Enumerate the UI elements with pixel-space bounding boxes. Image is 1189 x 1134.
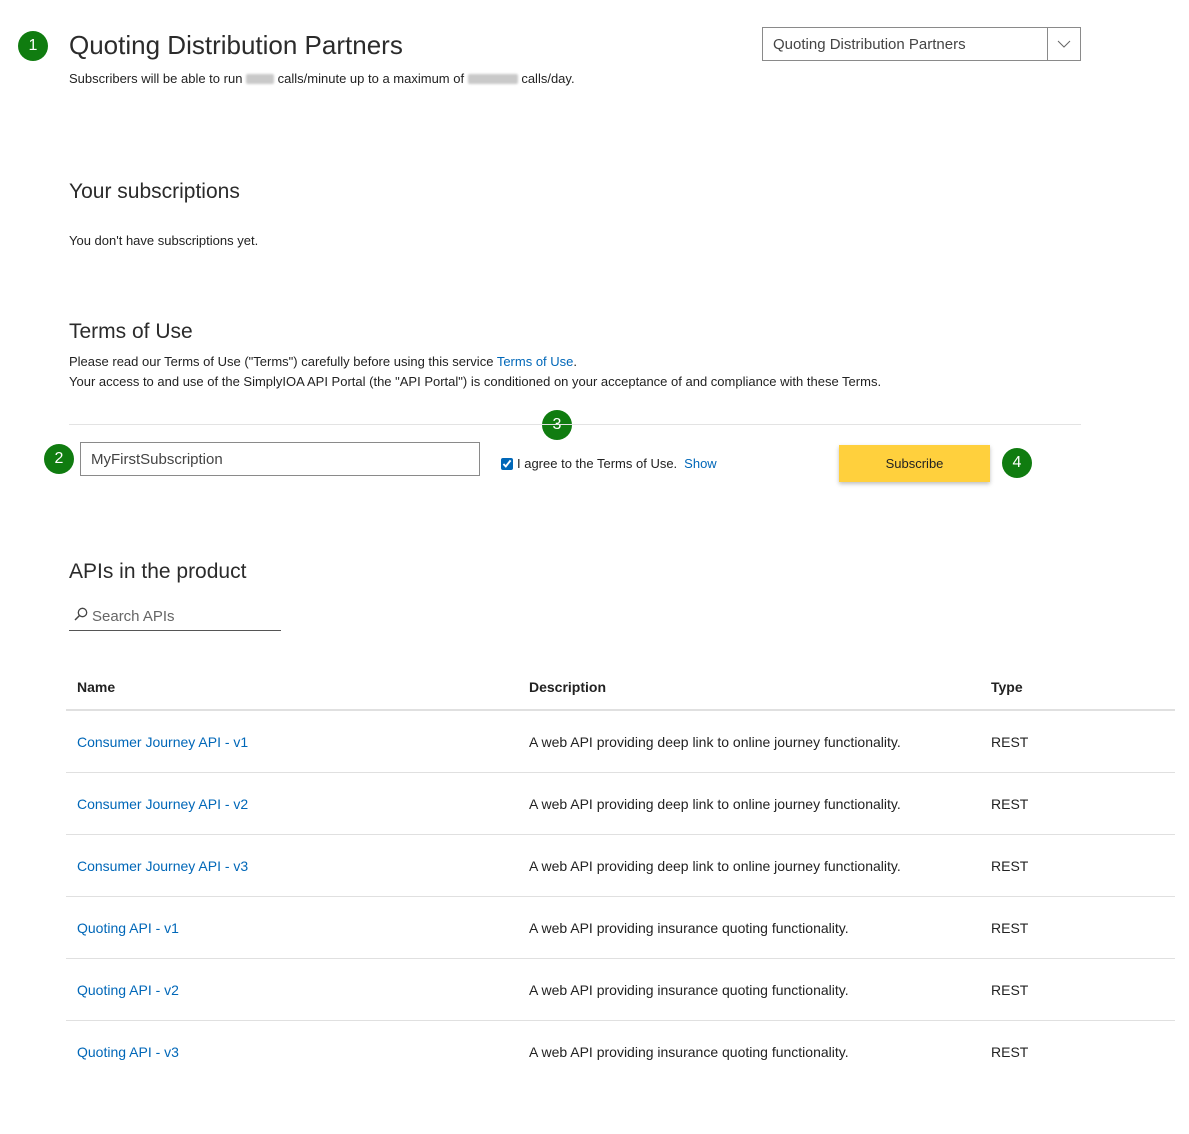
api-type: REST (991, 1044, 1029, 1060)
api-type: REST (991, 733, 1029, 750)
api-type: REST (991, 919, 1029, 936)
api-search[interactable] (69, 603, 281, 631)
api-name-link[interactable]: Consumer Journey API - v3 (77, 858, 248, 874)
redacted-calls-per-day (467, 74, 518, 84)
apis-heading: APIs in the product (69, 560, 247, 583)
step-3-badge: 3 (542, 410, 572, 440)
api-description: A web API providing deep link to online … (529, 857, 901, 874)
subscribe-button[interactable]: Subscribe (839, 445, 990, 482)
api-name-link[interactable]: Quoting API - v1 (77, 920, 179, 936)
rate-prefix: Subscribers will be able to run (69, 71, 243, 86)
api-type: REST (991, 795, 1029, 812)
search-icon (69, 607, 88, 626)
column-header-name[interactable]: Name (66, 679, 529, 695)
rate-middle: calls/minute up to a maximum of (277, 71, 465, 86)
api-description: A web API providing insurance quoting fu… (529, 919, 849, 936)
subscription-name-input[interactable] (80, 442, 480, 476)
column-header-type[interactable]: Type (991, 679, 1175, 695)
agree-terms-checkbox[interactable] (501, 457, 513, 470)
api-type: REST (991, 857, 1029, 874)
api-name-link[interactable]: Consumer Journey API - v2 (77, 796, 248, 812)
api-name-link[interactable]: Quoting API - v3 (77, 1044, 179, 1060)
table-header: Name Description Type (66, 665, 1175, 711)
subscriptions-empty-text: You don't have subscriptions yet. (69, 233, 259, 248)
rate-suffix: calls/day. (521, 71, 575, 86)
step-4-badge: 4 (1002, 448, 1032, 478)
agree-terms-label: I agree to the Terms of Use. (517, 456, 678, 471)
step-2-badge: 2 (44, 444, 74, 474)
table-row: Consumer Journey API - v2 A web API prov… (66, 773, 1175, 835)
api-table: Name Description Type Consumer Journey A… (66, 665, 1175, 1083)
redacted-calls-per-minute (246, 74, 275, 84)
subscriptions-heading: Your subscriptions (69, 180, 240, 203)
table-row: Quoting API - v1 A web API providing ins… (66, 897, 1175, 959)
product-selector-value: Quoting Distribution Partners (773, 35, 966, 53)
rate-limit-note: Subscribers will be able to run calls/mi… (69, 71, 575, 86)
show-terms-link[interactable]: Show (684, 456, 717, 471)
api-description: A web API providing insurance quoting fu… (529, 1044, 849, 1060)
terms-of-use-link[interactable]: Terms of Use (497, 354, 574, 369)
api-name-link[interactable]: Consumer Journey API - v1 (77, 734, 248, 750)
agree-terms[interactable]: I agree to the Terms of Use. Show (501, 456, 717, 471)
table-row: Consumer Journey API - v1 A web API prov… (66, 711, 1175, 773)
api-type: REST (991, 981, 1029, 998)
terms-line-1-suffix: . (573, 354, 578, 369)
table-row: Quoting API - v3 A web API providing ins… (66, 1021, 1175, 1083)
page-title: Quoting Distribution Partners (69, 30, 403, 60)
api-description: A web API providing insurance quoting fu… (529, 981, 849, 998)
step-1-badge: 1 (18, 31, 48, 61)
product-selector[interactable]: Quoting Distribution Partners (762, 27, 1081, 61)
terms-line-1: Please read our Terms of Use ("Terms") c… (69, 354, 577, 369)
column-header-description[interactable]: Description (529, 679, 991, 695)
chevron-down-icon (1047, 28, 1080, 60)
section-divider (69, 424, 1081, 425)
terms-line-1-text: Please read our Terms of Use ("Terms") c… (69, 354, 494, 369)
terms-heading: Terms of Use (69, 320, 193, 343)
table-row: Consumer Journey API - v3 A web API prov… (66, 835, 1175, 897)
table-row: Quoting API - v2 A web API providing ins… (66, 959, 1175, 1021)
api-description: A web API providing deep link to online … (529, 795, 901, 812)
terms-line-2: Your access to and use of the SimplyIOA … (69, 374, 882, 389)
api-search-input[interactable] (92, 608, 272, 625)
api-name-link[interactable]: Quoting API - v2 (77, 982, 179, 998)
api-description: A web API providing deep link to online … (529, 733, 901, 750)
